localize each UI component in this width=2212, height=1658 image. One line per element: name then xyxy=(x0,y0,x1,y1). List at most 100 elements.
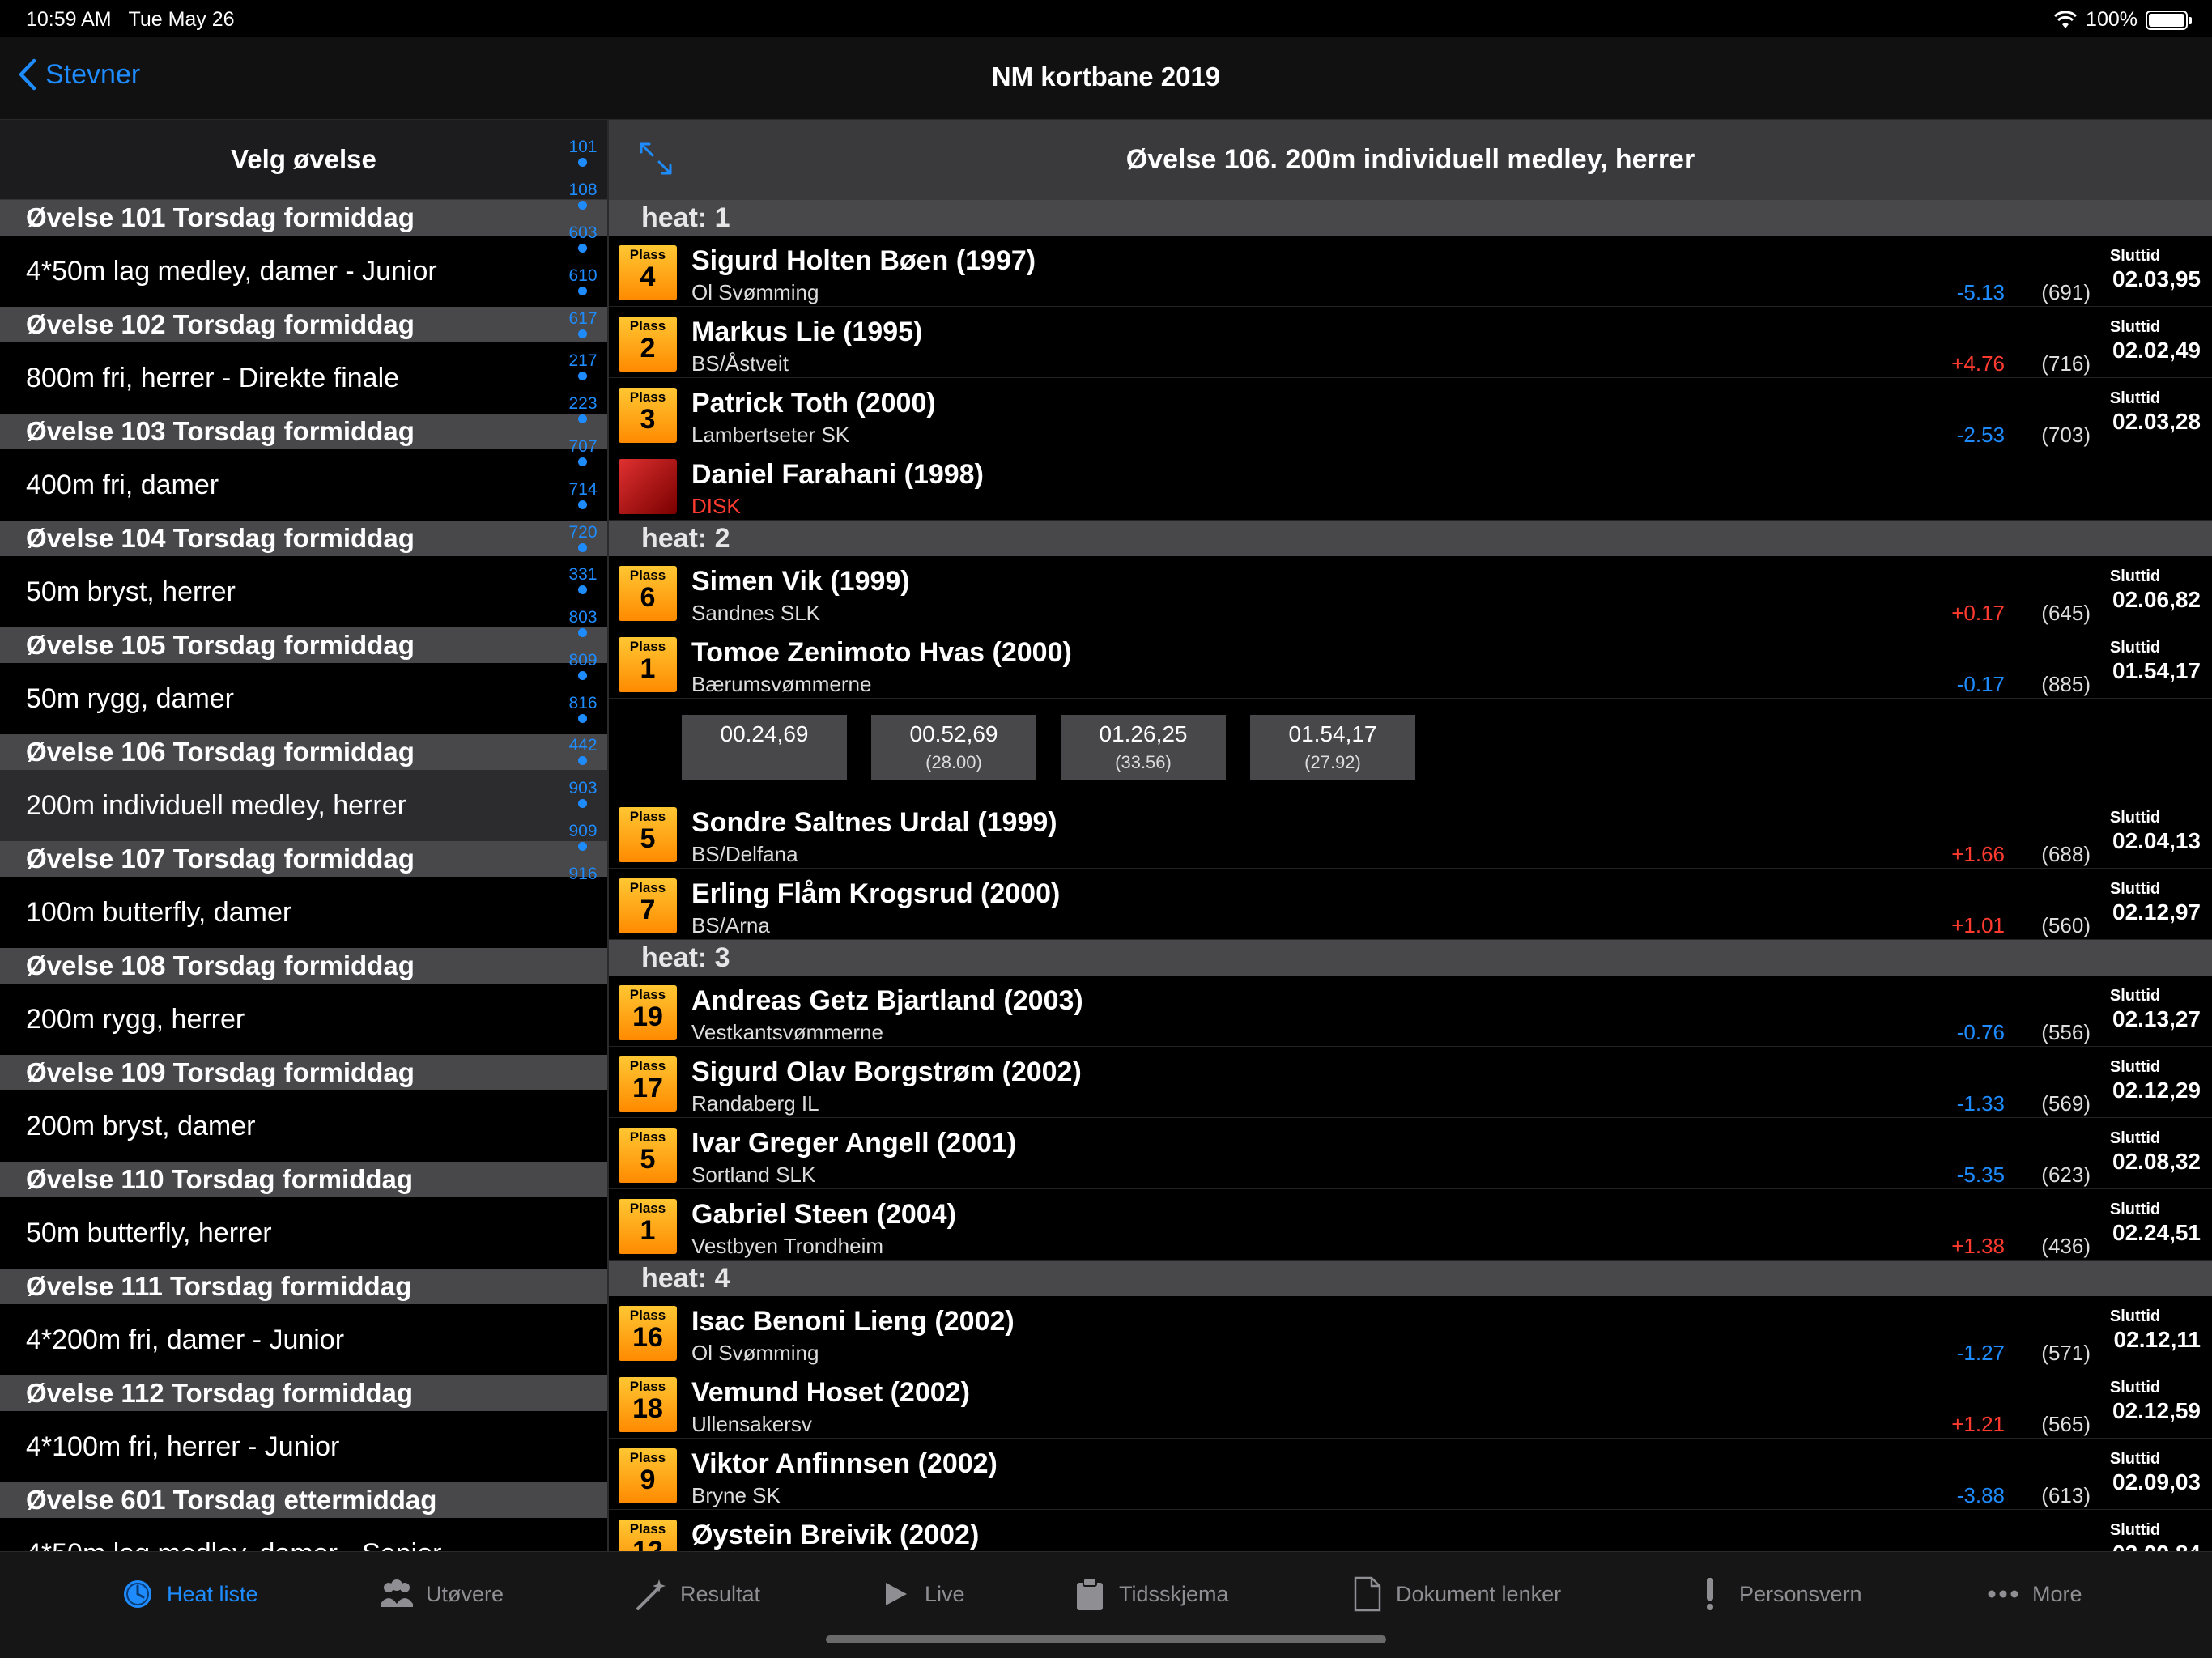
section-index-number[interactable]: 916 xyxy=(559,865,607,884)
section-index-dot[interactable] xyxy=(578,756,587,765)
final-time: 02.04,13 xyxy=(2112,828,2201,853)
section-index-number[interactable]: 442 xyxy=(559,736,607,755)
swimmer-row[interactable]: Plass 1 Tomoe Zenimoto Hvas (2000) Bærumsvø… xyxy=(609,627,2212,699)
swimmer-club: Bryne SK xyxy=(691,1483,781,1507)
swimmer-row[interactable]: Plass12 Øystein Breivik (2002) Sluttid 02.0… xyxy=(609,1510,2212,1551)
split-value: 00.52,69 xyxy=(909,721,998,746)
section-index-number[interactable]: 603 xyxy=(559,223,607,243)
swimmer-name: Isac Benoni Lieng (2002) xyxy=(691,1306,1015,1337)
final-time-label: Sluttid xyxy=(2109,1521,2161,1539)
swimmer-row[interactable]: Plass 5 Sondre Saltnes Urdal (1999) BS/Delf… xyxy=(609,797,2212,869)
split-lap: (27.92) xyxy=(1304,752,1361,772)
swimmer-row[interactable]: Plass 2 Markus Lie (1995) BS/Åstveit +4.76 (7… xyxy=(609,307,2212,378)
event-item[interactable]: 4*200m fri, damer - Junior xyxy=(0,1304,607,1375)
section-index-number[interactable]: 101 xyxy=(559,138,607,157)
swimmer-row[interactable]: Plass 4 Sigurd Holten Bøen (1997) Ol Svømmi… xyxy=(609,236,2212,307)
section-index-dot[interactable] xyxy=(578,414,587,423)
swimmer-row[interactable]: Plass 17 Sigurd Olav Borgstrøm (2002) Randa… xyxy=(609,1047,2212,1118)
battery-icon xyxy=(2146,10,2192,30)
event-item[interactable]: 50m rygg, damer xyxy=(0,663,607,734)
final-time: 02.12,11 xyxy=(2113,1327,2201,1352)
section-index-dot[interactable] xyxy=(578,329,587,338)
split-lap: (28.00) xyxy=(925,752,982,772)
tab-heat-liste[interactable]: Heat liste xyxy=(120,1576,258,1612)
swimmer-name: Sigurd Olav Borgstrøm (2002) xyxy=(691,1056,1082,1087)
section-index-number[interactable]: 223 xyxy=(559,394,607,414)
section-index-dot[interactable] xyxy=(578,457,587,466)
event-item[interactable]: 4*50m lag medley, damer - Junior xyxy=(0,236,607,307)
section-index-dot[interactable] xyxy=(578,158,587,167)
event-item[interactable]: 200m individuell medley, herrer xyxy=(0,770,607,841)
section-index-number[interactable]: 816 xyxy=(559,694,607,713)
section-index-number[interactable]: 707 xyxy=(559,437,607,457)
event-item[interactable]: 100m butterfly, damer xyxy=(0,877,607,948)
swimmer-row[interactable]: Plass 16 Isac Benoni Lieng (2002) Ol Svømmi… xyxy=(609,1296,2212,1367)
heat-list[interactable]: heat: 1 Plass 4 Sigurd Holten Bøen (1997) Ol… xyxy=(609,200,2212,1551)
section-index-number[interactable]: 610 xyxy=(559,266,607,286)
place-label: Plass xyxy=(629,639,666,654)
swimmer-row[interactable]: Plass 7 Erling Flåm Krogsrud (2000) BS/Arna… xyxy=(609,869,2212,940)
event-item[interactable]: 200m rygg, herrer xyxy=(0,984,607,1055)
section-index-number[interactable]: 809 xyxy=(559,651,607,670)
split-box: 01.54,17 (27.92) xyxy=(1250,715,1415,780)
fina-points: (716) xyxy=(2041,351,2091,376)
home-indicator[interactable] xyxy=(826,1635,1386,1643)
section-index-dot[interactable] xyxy=(578,500,587,509)
tab-utovere[interactable]: Utøvere xyxy=(379,1576,504,1612)
swimmer-row[interactable]: Plass 1 Gabriel Steen (2004) Vestbyen Trond… xyxy=(609,1189,2212,1261)
section-index-number[interactable]: 331 xyxy=(559,565,607,585)
tab-more[interactable]: More xyxy=(1985,1576,2082,1612)
event-item[interactable]: 50m butterfly, herrer xyxy=(0,1197,607,1269)
tab-dokument-lenker[interactable]: Dokument lenker xyxy=(1349,1576,1561,1612)
event-item[interactable]: 200m bryst, damer xyxy=(0,1090,607,1162)
status-date: Tue May 26 xyxy=(128,8,235,31)
event-item[interactable]: 800m fri, herrer - Direkte finale xyxy=(0,342,607,414)
section-index-number[interactable]: 217 xyxy=(559,351,607,371)
section-index-number[interactable]: 903 xyxy=(559,779,607,798)
tab-resultat[interactable]: Resultat xyxy=(633,1576,760,1612)
section-index-dot[interactable] xyxy=(578,842,587,851)
section-index-number[interactable]: 803 xyxy=(559,608,607,627)
section-index-number[interactable]: 909 xyxy=(559,822,607,841)
swimmer-row[interactable]: Plass 3 Patrick Toth (2000) Lambertseter SK… xyxy=(609,378,2212,449)
swimmer-club: Bærumsvømmerne xyxy=(691,672,872,696)
swimmer-row[interactable]: Plass 18 Vemund Hoset (2002) Ullensakersv +1… xyxy=(609,1367,2212,1439)
section-index-number[interactable]: 108 xyxy=(559,181,607,200)
tab-live[interactable]: Live xyxy=(878,1576,965,1612)
swimmer-row[interactable]: Daniel Farahani (1998) DISK xyxy=(609,449,2212,521)
place-label: Plass xyxy=(629,568,666,583)
final-time-label: Sluttid xyxy=(2109,987,2161,1005)
section-index-dot[interactable] xyxy=(578,543,587,552)
swimmer-row[interactable]: Plass 6 Simen Vik (1999) Sandnes SLK +0.17 (6… xyxy=(609,556,2212,627)
section-index-number[interactable]: 617 xyxy=(559,309,607,329)
event-item[interactable]: 400m fri, damer xyxy=(0,449,607,521)
section-index-number[interactable]: 720 xyxy=(559,523,607,542)
swimmer-row[interactable]: Plass 19 Andreas Getz Bjartland (2003) Vest… xyxy=(609,976,2212,1047)
event-item[interactable]: 4*100m fri, herrer - Junior xyxy=(0,1411,607,1482)
section-index-dot[interactable] xyxy=(578,799,587,808)
expand-icon[interactable] xyxy=(638,141,674,176)
tab-personsvern[interactable]: Personsvern xyxy=(1692,1576,1862,1612)
event-list[interactable]: Øvelse 101 Torsdag formiddag 4*50m lag me… xyxy=(0,200,607,1551)
swimmer-row[interactable]: Plass 5 Ivar Greger Angell (2001) Sortland … xyxy=(609,1118,2212,1189)
swimmer-row[interactable]: Plass 9 Viktor Anfinnsen (2002) Bryne SK -3.… xyxy=(609,1439,2212,1510)
split-value: 00.24,69 xyxy=(720,721,809,746)
place-badge: Plass 6 xyxy=(619,566,677,621)
event-item[interactable]: 50m bryst, herrer xyxy=(0,556,607,627)
exclamation-icon xyxy=(1707,1578,1713,1610)
section-index-dot[interactable] xyxy=(578,201,587,210)
clock-icon xyxy=(124,1580,151,1608)
section-index-dot[interactable] xyxy=(578,287,587,295)
section-index-dot[interactable] xyxy=(578,628,587,637)
section-index-dot[interactable] xyxy=(578,372,587,380)
section-index-dot[interactable] xyxy=(578,585,587,594)
section-index-dot[interactable] xyxy=(578,244,587,253)
section-index-dot[interactable] xyxy=(578,671,587,680)
section-index[interactable]: 101 108 603 610 617 217 223 707 714 720 331 803 809 8… xyxy=(559,0,607,1441)
place-label: Plass xyxy=(629,1201,666,1216)
section-index-number[interactable]: 714 xyxy=(559,480,607,500)
event-item[interactable]: 4*50m lag medley, damer - Senior xyxy=(0,1518,607,1551)
final-time: 02.03,95 xyxy=(2112,266,2201,291)
section-index-dot[interactable] xyxy=(578,714,587,723)
tab-tidsskjema[interactable]: Tidsskjema xyxy=(1072,1576,1229,1612)
